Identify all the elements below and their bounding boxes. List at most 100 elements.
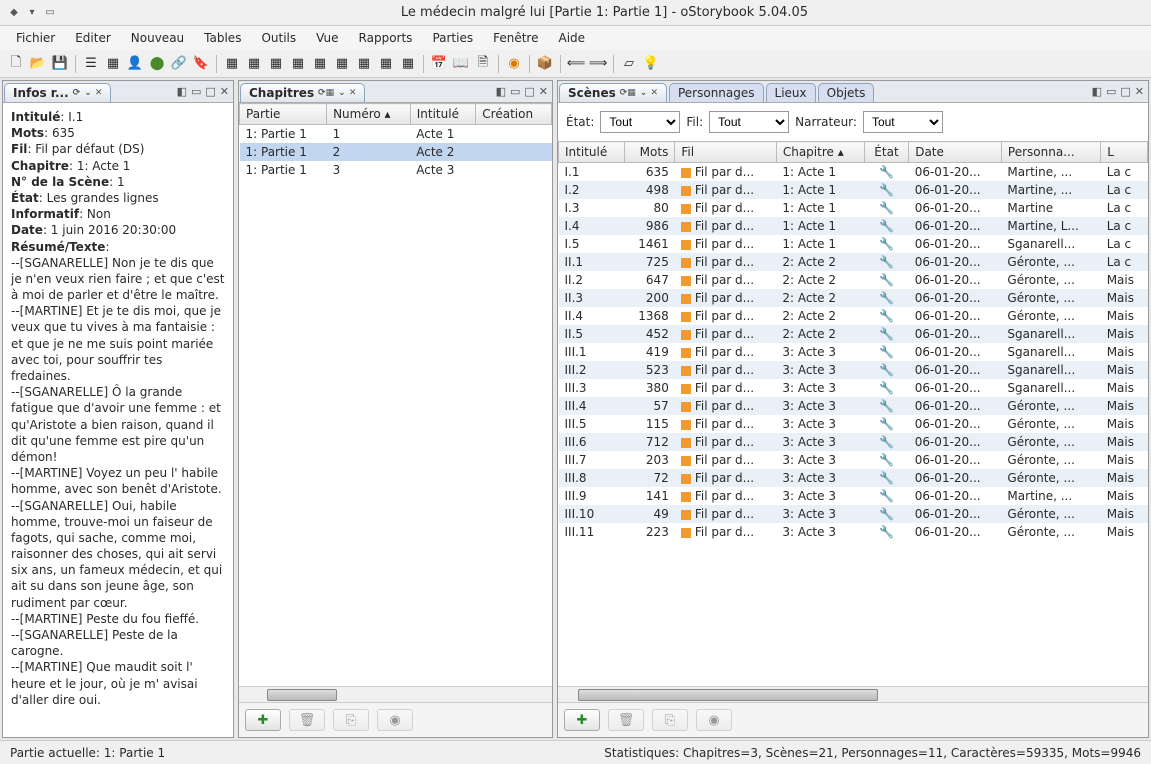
col-lieux[interactable]: L <box>1101 142 1148 163</box>
menu-rapports[interactable]: Rapports <box>351 28 421 48</box>
hscrollbar[interactable] <box>239 686 552 702</box>
menu-outils[interactable]: Outils <box>253 28 304 48</box>
box-icon[interactable]: 📦 <box>535 54 555 74</box>
table-tag-icon[interactable]: ▦ <box>376 54 396 74</box>
table-row[interactable]: 1: Partie 11Acte 1 <box>240 125 552 144</box>
delete-button[interactable]: 🗑 <box>289 709 325 731</box>
scenes-table[interactable]: Intitulé Mots Fil Chapitre ▴ État Date P… <box>558 141 1148 541</box>
menu-tables[interactable]: Tables <box>196 28 249 48</box>
table-row[interactable]: II.1725Fil par d...2: Acte 2🔧06-01-20...… <box>559 253 1148 271</box>
table-row[interactable]: III.1049Fil par d...3: Acte 3🔧06-01-20..… <box>559 505 1148 523</box>
menu-editer[interactable]: Editer <box>67 28 119 48</box>
table-row[interactable]: 1: Partie 13Acte 3 <box>240 161 552 179</box>
scenes-tab[interactable]: Scènes ⟳▦ ⌄ ✕ <box>559 83 667 102</box>
table-row[interactable]: 1: Partie 12Acte 2 <box>240 143 552 161</box>
minimize-panel-icon[interactable]: ▭ <box>191 85 201 98</box>
table2-icon[interactable]: ▦ <box>244 54 264 74</box>
refresh-icon[interactable]: ⟳▦ <box>318 88 334 98</box>
nav-back-icon[interactable]: ⟸ <box>566 54 586 74</box>
table4-icon[interactable]: ▦ <box>288 54 308 74</box>
close-panel-icon[interactable]: ✕ <box>220 85 229 98</box>
undock-icon[interactable]: ◧ <box>177 85 187 98</box>
nav-fwd-icon[interactable]: ⟹ <box>588 54 608 74</box>
table-row[interactable]: I.2498Fil par d...1: Acte 1🔧06-01-20...M… <box>559 181 1148 199</box>
save-icon[interactable]: 💾 <box>50 54 70 74</box>
table-row[interactable]: III.1419Fil par d...3: Acte 3🔧06-01-20..… <box>559 343 1148 361</box>
characters-tab[interactable]: Personnages <box>669 83 764 102</box>
menu-parties[interactable]: Parties <box>424 28 481 48</box>
table-row[interactable]: I.1635Fil par d...1: Acte 1🔧06-01-20...M… <box>559 163 1148 182</box>
table-row[interactable]: III.5115Fil par d...3: Acte 3🔧06-01-20..… <box>559 415 1148 433</box>
undock-icon[interactable]: ◧ <box>496 85 506 98</box>
undock-icon[interactable]: ◧ <box>1092 85 1102 98</box>
table-row[interactable]: III.457Fil par d...3: Acte 3🔧06-01-20...… <box>559 397 1148 415</box>
menu-icon[interactable]: ◆ <box>8 7 20 19</box>
add-button[interactable]: ✚ <box>245 709 281 731</box>
close-panel-icon[interactable]: ✕ <box>539 85 548 98</box>
table-loc-icon[interactable]: ▦ <box>332 54 352 74</box>
col-intitule[interactable]: Intitulé <box>410 104 476 125</box>
refresh-icon[interactable]: ⟳▦ <box>620 88 636 98</box>
calendar-icon[interactable]: 📅 <box>429 54 449 74</box>
menu-aide[interactable]: Aide <box>550 28 593 48</box>
copy-button[interactable]: ⎘ <box>333 709 369 731</box>
col-partie[interactable]: Partie <box>240 104 327 125</box>
table-row[interactable]: III.6712Fil par d...3: Acte 3🔧06-01-20..… <box>559 433 1148 451</box>
location-icon[interactable]: ⬤ <box>147 54 167 74</box>
menu-nouveau[interactable]: Nouveau <box>123 28 192 48</box>
table3-icon[interactable]: ▦ <box>266 54 286 74</box>
table-row[interactable]: III.7203Fil par d...3: Acte 3🔧06-01-20..… <box>559 451 1148 469</box>
minimize-panel-icon[interactable]: ▭ <box>1106 85 1116 98</box>
table-row[interactable]: II.5452Fil par d...2: Acte 2🔧06-01-20...… <box>559 325 1148 343</box>
close-panel-icon[interactable]: ✕ <box>1135 85 1144 98</box>
menu-dots-icon[interactable]: ⌄ ✕ <box>84 88 102 98</box>
chapters-tab[interactable]: Chapitres ⟳▦ ⌄ ✕ <box>240 83 365 102</box>
refresh-icon[interactable]: ⟳ <box>73 88 81 98</box>
table-row[interactable]: II.2647Fil par d...2: Acte 2🔧06-01-20...… <box>559 271 1148 289</box>
objects-tab[interactable]: Objets <box>818 83 875 102</box>
chapters-table[interactable]: Partie Numéro ▴ Intitulé Création 1: Par… <box>239 103 552 179</box>
col-etat[interactable]: État <box>864 142 908 163</box>
table-row[interactable]: I.51461Fil par d...1: Acte 1🔧06-01-20...… <box>559 235 1148 253</box>
hscrollbar[interactable] <box>558 686 1148 702</box>
etat-select[interactable]: Tout <box>600 111 680 133</box>
table-person-icon[interactable]: ▦ <box>310 54 330 74</box>
narrateur-select[interactable]: Tout <box>863 111 943 133</box>
col-personnages[interactable]: Personna... <box>1001 142 1100 163</box>
idea-icon[interactable]: 💡 <box>641 54 661 74</box>
table-row[interactable]: III.2523Fil par d...3: Acte 3🔧06-01-20..… <box>559 361 1148 379</box>
delete-button[interactable]: 🗑 <box>608 709 644 731</box>
menu-fichier[interactable]: Fichier <box>8 28 63 48</box>
table-row[interactable]: III.3380Fil par d...3: Acte 3🔧06-01-20..… <box>559 379 1148 397</box>
new-doc-icon[interactable]: 🗋 <box>6 54 26 74</box>
maximize-panel-icon[interactable]: □ <box>524 85 534 98</box>
add-button[interactable]: ✚ <box>564 709 600 731</box>
maximize-panel-icon[interactable]: □ <box>1120 85 1130 98</box>
doc2-icon[interactable]: 🗎 <box>473 54 493 74</box>
table-other-icon[interactable]: ▦ <box>398 54 418 74</box>
maximize-panel-icon[interactable]: □ <box>205 85 215 98</box>
menu-dots-icon[interactable]: ⌄ ✕ <box>338 88 356 98</box>
col-numero[interactable]: Numéro ▴ <box>327 104 411 125</box>
menu-dots-icon[interactable]: ⌄ ✕ <box>640 88 658 98</box>
link-icon[interactable]: 🔗 <box>169 54 189 74</box>
menu-fenêtre[interactable]: Fenêtre <box>485 28 546 48</box>
info-button[interactable]: ◉ <box>696 709 732 731</box>
table-row[interactable]: II.3200Fil par d...2: Acte 2🔧06-01-20...… <box>559 289 1148 307</box>
book-icon[interactable]: 📖 <box>451 54 471 74</box>
grid-icon[interactable]: ▦ <box>103 54 123 74</box>
col-chapitre[interactable]: Chapitre ▴ <box>776 142 864 163</box>
minimize-panel-icon[interactable]: ▭ <box>510 85 520 98</box>
menu-vue[interactable]: Vue <box>308 28 346 48</box>
open-icon[interactable]: 📂 <box>28 54 48 74</box>
col-creation[interactable]: Création <box>476 104 552 125</box>
col-fil[interactable]: Fil <box>675 142 777 163</box>
table-row[interactable]: I.380Fil par d...1: Acte 1🔧06-01-20...Ma… <box>559 199 1148 217</box>
table-link-icon[interactable]: ▦ <box>354 54 374 74</box>
info-button[interactable]: ◉ <box>377 709 413 731</box>
table-row[interactable]: III.872Fil par d...3: Acte 3🔧06-01-20...… <box>559 469 1148 487</box>
col-date[interactable]: Date <box>909 142 1002 163</box>
table1-icon[interactable]: ▦ <box>222 54 242 74</box>
col-intitule[interactable]: Intitulé <box>559 142 625 163</box>
copy-button[interactable]: ⎘ <box>652 709 688 731</box>
